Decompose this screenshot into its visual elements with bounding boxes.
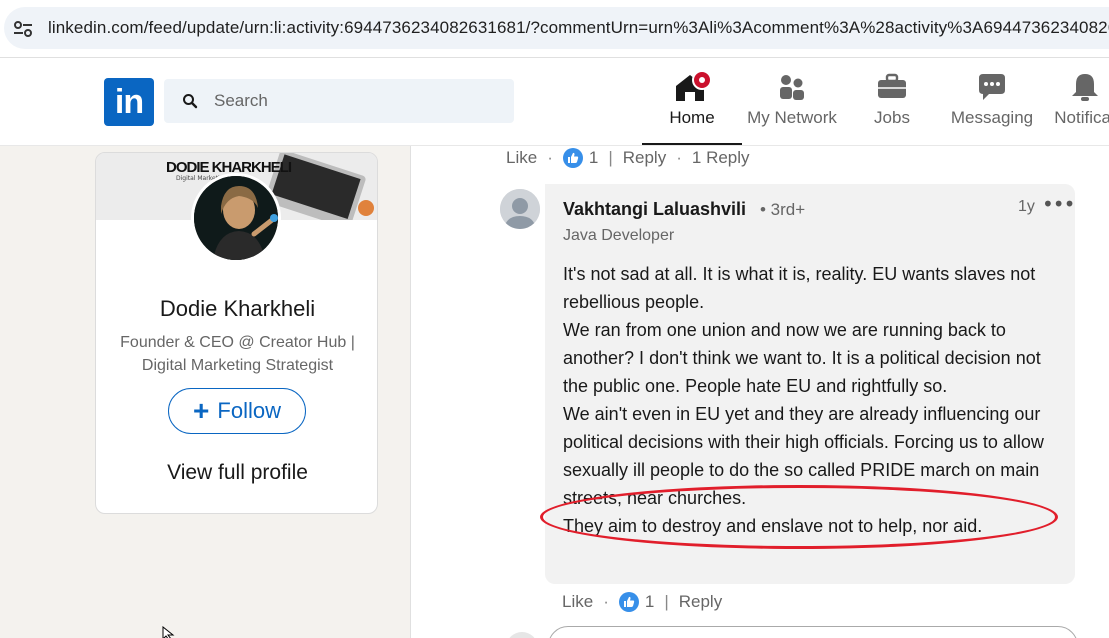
nav-my-network[interactable]: My Network [742, 70, 842, 132]
reply-button[interactable]: Reply [623, 148, 666, 168]
separator-dot: · [547, 148, 553, 167]
reply-avatar [506, 632, 538, 638]
like-count: 1 [588, 148, 599, 167]
follow-label: Follow [217, 398, 281, 423]
post-comments-panel: Like · 1 | Reply · 1 Reply Vakhtangi Lal… [410, 146, 1109, 638]
profile-avatar[interactable] [191, 173, 281, 263]
nav-jobs-label: Jobs [874, 108, 910, 127]
separator-dot: · [676, 148, 682, 167]
comment-paragraph: They aim to destroy and enslave not to h… [563, 516, 983, 536]
comment-text: It's not sad at all. It is what it is, r… [563, 260, 1063, 540]
top-navigation: in Home My Network Jobs [0, 58, 1109, 146]
like-button[interactable]: Like [562, 592, 593, 612]
commenter-avatar[interactable] [500, 189, 540, 229]
separator-bar: | [608, 148, 613, 167]
like-reaction-icon[interactable] [562, 148, 583, 168]
like-reaction-icon[interactable] [618, 592, 639, 612]
more-options-icon[interactable]: ••• [1042, 192, 1075, 216]
nav-jobs[interactable]: Jobs [855, 70, 929, 132]
replies-count-link[interactable]: 1 Reply [692, 148, 750, 168]
separator-bar: | [664, 592, 669, 611]
profile-headline: Founder & CEO @ Creator Hub | Digital Ma… [120, 334, 355, 374]
nav-my-network-label: My Network [747, 108, 837, 127]
comment-bubble: Vakhtangi Laluashvili • 3rd+ Java Develo… [545, 184, 1075, 584]
comment-paragraph: It's not sad at all. It is what it is, r… [563, 264, 1036, 312]
nav-messaging-label: Messaging [950, 108, 1034, 127]
commenter-headline: Java Developer [563, 227, 675, 244]
reply-input[interactable] [548, 626, 1078, 638]
nav-messaging[interactable]: Messaging [944, 70, 1040, 132]
chat-icon [979, 74, 1005, 100]
nav-notifications-label: Notificat [1054, 108, 1109, 127]
search-icon [183, 94, 198, 109]
search-input[interactable] [214, 79, 504, 123]
connection-degree: • 3rd+ [760, 200, 806, 219]
follow-button[interactable]: + Follow [168, 388, 306, 434]
comment-paragraph: We ran from one union and now we are run… [563, 320, 1041, 396]
comment-actions: Like · 1 | Reply [562, 592, 722, 612]
comment-paragraph: We ain't even in EU yet and they are alr… [563, 404, 1044, 508]
like-button[interactable]: Like [506, 148, 537, 168]
people-icon [780, 75, 804, 100]
search-box[interactable] [164, 79, 514, 123]
mouse-cursor-icon [162, 626, 175, 638]
plus-icon: + [193, 395, 210, 426]
commenter-name[interactable]: Vakhtangi Laluashvili [563, 199, 746, 220]
parent-comment-actions: Like · 1 | Reply · 1 Reply [506, 148, 750, 168]
view-full-profile-link[interactable]: View full profile [96, 461, 377, 485]
author-profile-card: DODIE KHARKHELI Digital Marketing Dodie … [95, 152, 378, 514]
separator-dot: · [603, 592, 609, 611]
comment-timestamp: 1y [1018, 198, 1035, 215]
profile-name[interactable]: Dodie Kharkheli [96, 296, 377, 322]
like-count: 1 [644, 592, 655, 611]
bell-icon [1072, 74, 1098, 101]
browser-address-bar: linkedin.com/feed/update/urn:li:activity… [0, 0, 1109, 58]
nav-home[interactable]: Home [642, 70, 742, 145]
site-settings-icon[interactable] [12, 18, 34, 40]
nav-notifications[interactable]: Notificat [1040, 70, 1109, 132]
reply-button[interactable]: Reply [679, 592, 722, 612]
home-icon [676, 70, 712, 101]
linkedin-logo[interactable]: in [104, 78, 154, 126]
url-text[interactable]: linkedin.com/feed/update/urn:li:activity… [48, 18, 1109, 38]
nav-home-label: Home [669, 108, 715, 127]
briefcase-icon [878, 73, 906, 98]
